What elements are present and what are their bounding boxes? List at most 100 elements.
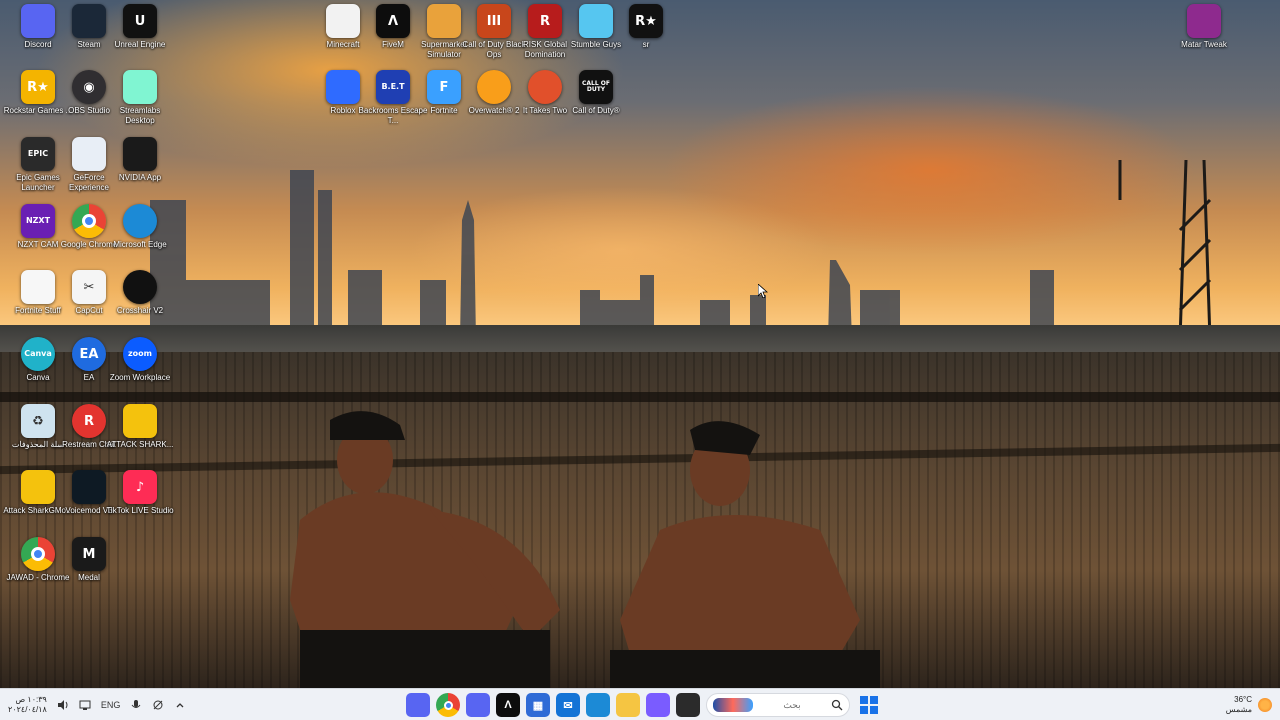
chevron-up-icon[interactable] (174, 699, 186, 711)
it-takes-two-icon (528, 70, 562, 104)
roblox-icon (326, 70, 360, 104)
fivem-icon: Λ (376, 4, 410, 38)
unreal-engine-icon: U (123, 4, 157, 38)
recycle-bin-icon: ♻ (21, 404, 55, 438)
voicemod-icon (72, 470, 106, 504)
network-icon[interactable] (79, 699, 91, 711)
windows-icon (860, 696, 878, 714)
search-highlight-icon (713, 698, 753, 712)
clock-date: ٢٠٢٤/٠٤/١٨ (8, 705, 47, 714)
weather-temp: 36°C (1234, 695, 1252, 704)
taskbar-pinned-apps: Λ ▦ ✉ (406, 693, 700, 717)
weather-info: 36°C مشمس (1226, 695, 1252, 715)
taskbar-app-glyph: Λ (504, 699, 512, 711)
nvidia-icon (123, 137, 157, 171)
desktop-icon-label: Matar Tweak (1181, 40, 1227, 49)
sun-icon (1258, 698, 1272, 712)
file-explorer-taskbar-icon[interactable] (616, 693, 640, 717)
desktop-icon-nvidia[interactable]: NVIDIA App (108, 137, 172, 183)
desktop-icon-glyph: ♪ (135, 479, 145, 495)
desktop-icon-glyph: R★ (27, 79, 49, 95)
desktop-icon-edge[interactable]: Microsoft Edge (108, 204, 172, 250)
desktop-icon-label: Call of Duty® (572, 106, 620, 115)
desktop-icon-glyph: Canva (24, 349, 52, 358)
weather-desc: مشمس (1225, 705, 1252, 714)
desktop-icon-label: TikTok LIVE Studio (106, 506, 174, 515)
tiktok-icon: ♪ (123, 470, 157, 504)
desktop-icon-glyph: NZXT (25, 216, 51, 225)
desktop-icon-zoom[interactable]: zoom Zoom Workplace (108, 337, 172, 383)
copilot-taskbar-icon[interactable] (646, 693, 670, 717)
zoom-icon: zoom (123, 337, 157, 371)
risk-icon: R (528, 4, 562, 38)
desktop-icon-attack-shark[interactable]: ATTACK SHARK... (106, 404, 174, 450)
wallpaper-figures (290, 411, 880, 688)
search-icon (831, 699, 843, 711)
microphone-icon[interactable] (130, 699, 142, 711)
mail-taskbar-icon[interactable]: ✉ (556, 693, 580, 717)
search-placeholder: بحث (783, 699, 801, 710)
edge-taskbar-icon[interactable] (586, 693, 610, 717)
file-icon (21, 270, 55, 304)
desktop-icon-label: Medal (78, 573, 100, 582)
canva-icon: Canva (21, 337, 55, 371)
mouse-cursor (758, 284, 768, 298)
desktop-icon-overlay[interactable]: Crosshair V2 (108, 270, 172, 316)
streamlabs-icon (123, 70, 157, 104)
desktop-icon-glyph: ✂ (83, 279, 95, 295)
chrome-taskbar-icon[interactable] (436, 693, 460, 717)
fivem-taskbar-icon[interactable]: Λ (496, 693, 520, 717)
desktop-icon-glyph: Λ (387, 13, 399, 29)
desktop-icon-glyph: B.E.T (381, 82, 405, 91)
desktop-icon-label: Microsoft Edge (113, 240, 167, 249)
desktop-wallpaper (0, 0, 1280, 688)
desktop-icon-cod[interactable]: CALL OF DUTY Call of Duty® (564, 70, 628, 116)
discord-icon (21, 4, 55, 38)
search-box[interactable]: بحث (706, 693, 850, 717)
store-taskbar-icon[interactable]: ▦ (526, 693, 550, 717)
supermarket-simulator-icon (427, 4, 461, 38)
backrooms-icon: B.E.T (376, 70, 410, 104)
desktop-icon-streamlabs[interactable]: Streamlabs Desktop (108, 70, 172, 126)
overwatch-icon (477, 70, 511, 104)
desktop-icon-glyph: ♻ (32, 413, 44, 429)
call-of-duty-black-ops-icon: III (477, 4, 511, 38)
desktop-icon-r-star[interactable]: R★ sr (614, 4, 678, 50)
streamlabs-taskbar-icon[interactable] (406, 693, 430, 717)
desktop-icon-tiktok[interactable]: ♪ TikTok LIVE Studio (106, 470, 174, 516)
desktop-icon-unreal[interactable]: U Unreal Engine (108, 4, 172, 50)
desktop-icon-glyph: M (82, 546, 96, 562)
battery-saver-icon[interactable] (152, 699, 164, 711)
task-view-taskbar-icon[interactable] (676, 693, 700, 717)
clock[interactable]: ١٠:٣٩ ص ٢٠٢٤/٠٤/١٨ (8, 695, 47, 715)
desktop-icon-label: sr (642, 40, 650, 49)
stumble-guys-icon (579, 4, 613, 38)
attack-shark-icon (21, 470, 55, 504)
geforce-experience-icon (72, 137, 106, 171)
ea-icon: EA (72, 337, 106, 371)
desktop-icon-glyph: zoom (128, 349, 152, 358)
desktop-icon-glyph: ◉ (83, 79, 95, 95)
system-tray: ١٠:٣٩ ص ٢٠٢٤/٠٤/١٨ ENG (8, 689, 186, 720)
desktop-icon-label: Streamlabs Desktop (119, 106, 161, 125)
taskbar-apps: Λ ▦ ✉ بحث (406, 691, 882, 719)
edge-icon (123, 204, 157, 238)
desktop-icon-label: ATTACK SHARK... (106, 440, 174, 449)
desktop-icon-glyph: U (134, 13, 146, 29)
desktop-icon-glyph: R (539, 13, 550, 29)
desktop-icon-medal[interactable]: M Medal (57, 537, 121, 583)
start-button[interactable] (856, 692, 882, 718)
chrome-icon (21, 537, 55, 571)
desktop-icon-glyph: EPIC (27, 149, 49, 158)
weather-widget[interactable]: 36°C مشمس (1226, 689, 1272, 720)
rockstar-games-icon: R★ (21, 70, 55, 104)
desktop-icon-label: Unreal Engine (114, 40, 166, 49)
volume-icon[interactable] (57, 699, 69, 711)
desktop-icon-matar[interactable]: Matar Tweak (1172, 4, 1236, 50)
wallpaper-skyline (150, 160, 1212, 341)
nzxt-icon: NZXT (21, 204, 55, 238)
desktop-icon-label: NVIDIA App (118, 173, 162, 182)
desktop-icon-glyph: F (439, 79, 449, 95)
language-indicator[interactable]: ENG (101, 700, 121, 710)
discord-taskbar-icon[interactable] (466, 693, 490, 717)
